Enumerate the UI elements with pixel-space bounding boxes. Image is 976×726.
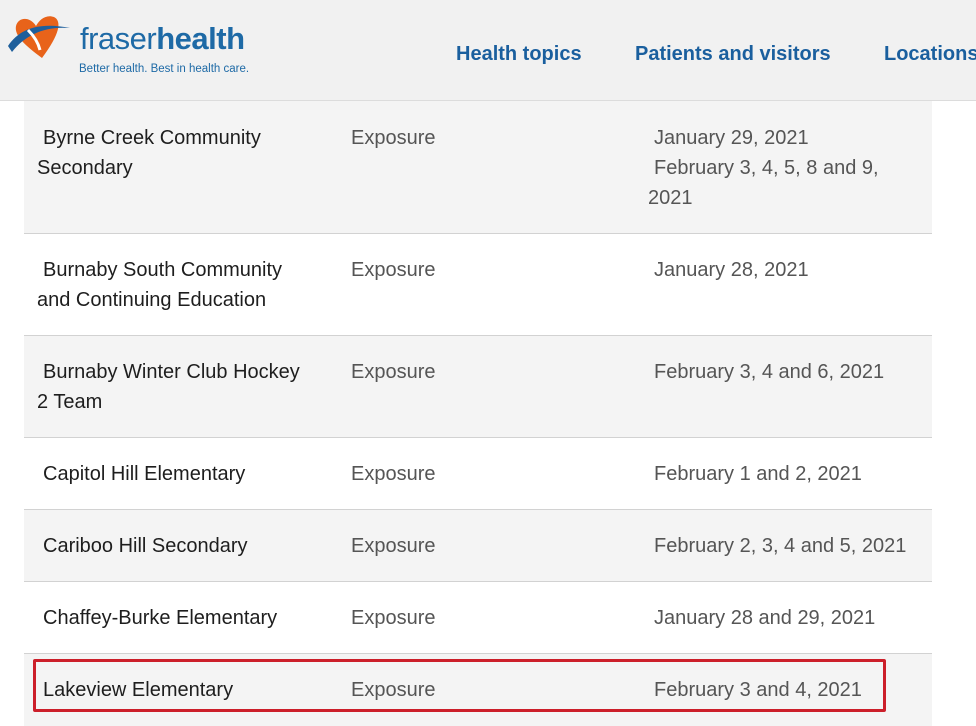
fraserhealth-logo[interactable]: fraserhealth Better health. Best in heal… xyxy=(6,12,250,82)
table-row: Cariboo Hill Secondary Exposure February… xyxy=(24,510,932,582)
logo-wordmark: fraserhealth xyxy=(80,21,245,57)
nav-locations[interactable]: Locations xyxy=(884,43,976,66)
date-cell: February 1 and 2, 2021 xyxy=(654,463,862,485)
date-cell: January 28 and 29, 2021 xyxy=(654,607,876,629)
table-row: Lakeview Elementary Exposure February 3 … xyxy=(24,654,932,726)
site-header: fraserhealth Better health. Best in heal… xyxy=(0,0,976,101)
school-name-line1: Burnaby South Community xyxy=(43,259,283,281)
date-cell: February 2, 3, 4 and 5, 2021 xyxy=(654,535,907,557)
school-name-cell: Chaffey-Burke Elementary xyxy=(43,607,278,629)
type-cell: Exposure xyxy=(351,259,436,281)
date-line2: February 3, 4, 5, 8 and 9, xyxy=(654,157,879,179)
table-row: Chaffey-Burke Elementary Exposure Januar… xyxy=(24,582,932,654)
type-cell: Exposure xyxy=(351,127,436,149)
school-name-line2: and Continuing Education xyxy=(37,289,267,311)
type-cell: Exposure xyxy=(351,463,436,485)
school-name-cell: Burnaby South Community and Continuing E… xyxy=(37,255,313,315)
type-cell: Exposure xyxy=(351,361,436,383)
date-cell: February 3 and 4, 2021 xyxy=(654,679,862,701)
date-line3: 2021 xyxy=(648,187,693,209)
nav-health-topics[interactable]: Health topics xyxy=(456,43,582,66)
table-row: Burnaby Winter Club Hockey 2 Team Exposu… xyxy=(24,336,932,438)
table-row: Byrne Creek Community Secondary Exposure… xyxy=(24,101,932,234)
logo-wordmark-bold: health xyxy=(156,21,245,56)
school-name-cell: Capitol Hill Elementary xyxy=(43,463,246,485)
nav-patients-and-visitors[interactable]: Patients and visitors xyxy=(635,43,831,66)
logo-wordmark-light: fraser xyxy=(80,21,157,56)
type-cell: Exposure xyxy=(351,607,436,629)
table-row: Capitol Hill Elementary Exposure Februar… xyxy=(24,438,932,510)
fraserhealth-heart-logo-icon xyxy=(8,16,70,58)
school-name-line1: Byrne Creek Community xyxy=(43,127,261,149)
date-cell: February 3, 4 and 6, 2021 xyxy=(654,361,885,383)
logo-tagline: Better health. Best in health care. xyxy=(79,63,250,75)
school-name-cell: Cariboo Hill Secondary xyxy=(43,535,248,557)
type-cell: Exposure xyxy=(351,535,436,557)
school-name-line2: 2 Team xyxy=(37,391,103,413)
table-row: Burnaby South Community and Continuing E… xyxy=(24,234,932,336)
school-name-cell: Byrne Creek Community Secondary xyxy=(37,123,313,183)
date-cell: January 29, 2021 February 3, 4, 5, 8 and… xyxy=(648,123,924,213)
school-name-cell: Burnaby Winter Club Hockey 2 Team xyxy=(37,357,313,417)
date-line1: January 29, 2021 xyxy=(654,127,809,149)
school-name-line2: Secondary xyxy=(37,157,133,179)
type-cell: Exposure xyxy=(351,679,436,701)
date-cell: January 28, 2021 xyxy=(654,259,809,281)
school-name-cell: Lakeview Elementary xyxy=(43,679,234,701)
school-name-line1: Burnaby Winter Club Hockey xyxy=(43,361,300,383)
